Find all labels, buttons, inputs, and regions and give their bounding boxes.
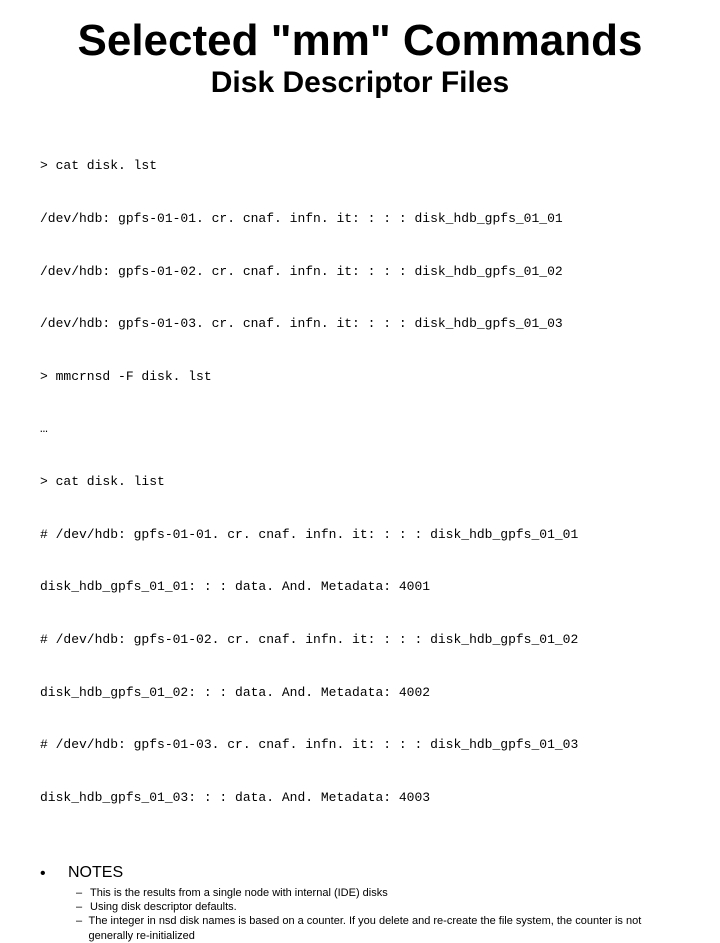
code-line: # /dev/hdb: gpfs-01-03. cr. cnaf. infn. … [40,736,680,754]
code-line: /dev/hdb: gpfs-01-02. cr. cnaf. infn. it… [40,263,680,281]
code-line: … [40,420,680,438]
notes-body: NOTES – This is the results from a singl… [68,864,680,943]
code-line: disk_hdb_gpfs_01_02: : : data. And. Meta… [40,684,680,702]
slide-subtitle: Disk Descriptor Files [40,66,680,100]
dash-icon: – [68,914,89,928]
dash-icon: – [68,900,90,914]
notes-sub-item: – This is the results from a single node… [68,886,680,900]
code-line: # /dev/hdb: gpfs-01-02. cr. cnaf. infn. … [40,631,680,649]
notes-sub-list: – This is the results from a single node… [68,886,680,943]
notes-sub-item: – Using disk descriptor defaults. [68,900,680,914]
code-line: /dev/hdb: gpfs-01-01. cr. cnaf. infn. it… [40,210,680,228]
notes-sub-text: The integer in nsd disk names is based o… [89,914,681,943]
code-line: > mmcrnsd -F disk. lst [40,368,680,386]
code-line: /dev/hdb: gpfs-01-03. cr. cnaf. infn. it… [40,315,680,333]
slide: Selected "mm" Commands Disk Descriptor F… [0,0,720,540]
code-line: disk_hdb_gpfs_01_03: : : data. And. Meta… [40,789,680,807]
notes-sub-item: – The integer in nsd disk names is based… [68,914,680,943]
notes-section: • NOTES – This is the results from a sin… [40,864,680,943]
notes-heading: NOTES [68,864,680,882]
dash-icon: – [68,886,90,900]
code-line: # /dev/hdb: gpfs-01-01. cr. cnaf. infn. … [40,526,680,544]
notes-sub-text: Using disk descriptor defaults. [90,900,237,914]
code-line: > cat disk. lst [40,157,680,175]
bullet-icon: • [40,864,68,882]
slide-title: Selected "mm" Commands [40,18,680,64]
code-line: disk_hdb_gpfs_01_01: : : data. And. Meta… [40,578,680,596]
notes-sub-text: This is the results from a single node w… [90,886,388,900]
code-line: > cat disk. list [40,473,680,491]
code-block: > cat disk. lst /dev/hdb: gpfs-01-01. cr… [40,122,680,841]
